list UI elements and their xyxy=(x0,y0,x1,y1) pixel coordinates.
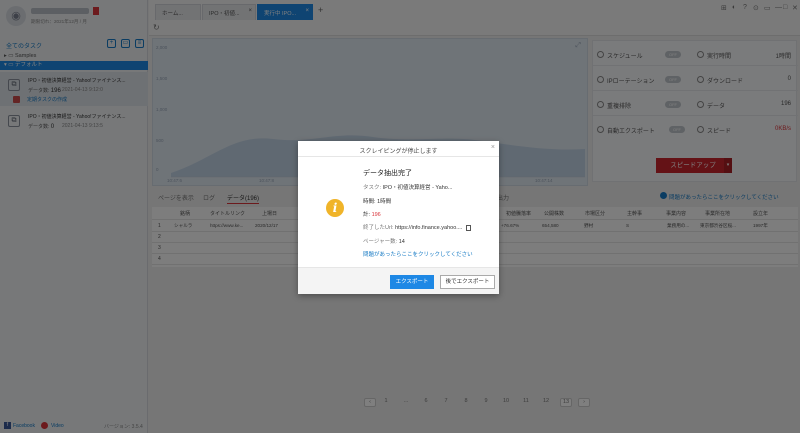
time-label: 時間: xyxy=(363,199,376,205)
task-value: IPO・初値決算経営 - Yaho... xyxy=(382,185,453,191)
scrape-complete-dialog: スクレイピングが停止します × i データ抽出完了 タスク: IPO・初値決算経… xyxy=(298,141,499,294)
dialog-heading: データ抽出完了 xyxy=(363,170,412,177)
dialog-footer: エクスポート 後でエクスポート xyxy=(298,267,499,294)
pages-label: ページャー数: xyxy=(363,239,398,245)
help-link[interactable]: 問題があったらここをクリックしてください xyxy=(363,250,473,258)
url-line: 終了したUrl: https://info.finance.yahoo.... xyxy=(363,223,472,231)
copy-icon[interactable] xyxy=(466,224,472,231)
task-label: タスク: xyxy=(363,185,382,191)
pages-line: ページャー数: 14 xyxy=(363,237,405,245)
count-label: 計: xyxy=(363,212,371,218)
time-line: 時間: 1時間 xyxy=(363,197,391,205)
divider xyxy=(298,156,499,157)
time-value: 1時間 xyxy=(377,199,392,205)
dialog-title: スクレイピングが停止します xyxy=(359,149,438,155)
count-line: 計: 196 xyxy=(363,210,381,218)
export-later-button[interactable]: 後でエクスポート xyxy=(440,275,495,289)
url-label: 終了したUrl: xyxy=(363,225,394,231)
url-value: https://info.finance.yahoo.... xyxy=(395,225,463,231)
count-value: 196 xyxy=(371,212,381,218)
task-line: タスク: IPO・初値決算経営 - Yaho... xyxy=(363,183,452,191)
export-button[interactable]: エクスポート xyxy=(390,275,434,289)
close-icon[interactable]: × xyxy=(491,144,495,151)
info-icon: i xyxy=(326,199,344,217)
pages-value: 14 xyxy=(398,239,405,245)
